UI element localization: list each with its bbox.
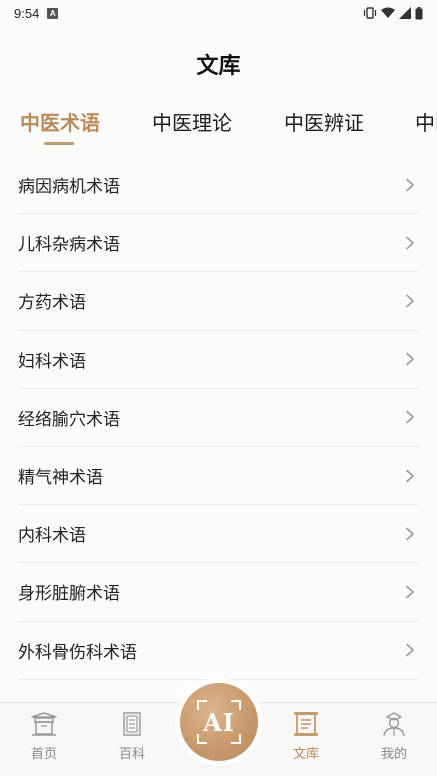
nav-profile[interactable]: 我的 xyxy=(364,711,424,762)
ai-frame-corner xyxy=(231,734,241,744)
list-item-label: 精气神术语 xyxy=(18,468,103,489)
encyclopedia-icon xyxy=(123,712,141,736)
ai-frame-corner xyxy=(197,700,207,710)
ai-assistant-button[interactable]: AI xyxy=(180,683,258,761)
nav-encyclopedia-label: 百科 xyxy=(118,747,145,762)
home-pavilion-icon xyxy=(31,712,57,736)
ai-frame-corner xyxy=(231,700,241,710)
profile-scholar-icon xyxy=(383,712,405,737)
term-category-list: 病因病机术语 儿科杂病术语 方药术语 妇科术语 经络腧穴术语 精气神术语 内科术… xyxy=(18,156,419,680)
category-tabs: 中医术语 中医理论 中医辨证 中医 xyxy=(0,108,437,148)
ai-button-label: AI xyxy=(203,707,235,737)
chevron-right-icon xyxy=(406,585,414,599)
list-item-label: 内科术语 xyxy=(18,526,86,547)
list-item-label: 病因病机术语 xyxy=(18,177,120,198)
status-icons xyxy=(363,6,423,20)
list-item[interactable]: 身形脏腑术语 xyxy=(18,563,419,622)
signal-icon xyxy=(399,7,411,19)
battery-icon xyxy=(415,6,423,19)
nav-library-label: 文库 xyxy=(292,747,319,762)
list-item[interactable]: 精气神术语 xyxy=(18,447,419,506)
scroll-library-icon xyxy=(294,712,318,736)
chevron-right-icon xyxy=(406,294,414,308)
nav-profile-label: 我的 xyxy=(380,747,407,762)
list-item-label: 外科骨伤科术语 xyxy=(18,642,137,663)
list-item[interactable]: 病因病机术语 xyxy=(18,156,419,215)
nav-library[interactable]: 文库 xyxy=(276,711,336,762)
page-title: 文库 xyxy=(196,54,241,79)
list-item-label: 儿科杂病术语 xyxy=(18,235,120,256)
chevron-right-icon xyxy=(406,643,414,657)
tab-tcm-terms[interactable]: 中医术语 xyxy=(20,108,100,138)
chevron-right-icon xyxy=(406,178,414,191)
list-item-label: 妇科术语 xyxy=(18,351,86,372)
tab-tcm-theory[interactable]: 中医理论 xyxy=(152,108,232,138)
tab-tcm-more[interactable]: 中医 xyxy=(415,108,437,138)
list-item[interactable]: 经络腧穴术语 xyxy=(18,389,419,447)
status-time: 9:54 xyxy=(14,5,40,21)
chevron-right-icon xyxy=(406,411,414,424)
list-item[interactable]: 妇科术语 xyxy=(18,331,419,389)
chevron-right-icon xyxy=(406,352,414,366)
chevron-right-icon xyxy=(406,527,414,541)
list-item-label: 经络腧穴术语 xyxy=(18,409,120,430)
list-item[interactable]: 儿科杂病术语 xyxy=(18,214,419,273)
list-item-label: 身形脏腑术语 xyxy=(18,584,120,605)
active-tab-indicator xyxy=(44,142,74,145)
nav-home[interactable]: 首页 xyxy=(14,711,74,762)
wifi-icon xyxy=(381,7,395,18)
vibrate-icon xyxy=(363,7,377,19)
list-item[interactable]: 外科骨伤科术语 xyxy=(18,622,419,680)
notification-a-icon: A xyxy=(47,7,59,19)
chevron-right-icon xyxy=(406,236,414,250)
list-item[interactable]: 内科术语 xyxy=(18,505,419,564)
nav-encyclopedia[interactable]: 百科 xyxy=(102,711,162,762)
status-bar: 9:54 A xyxy=(0,0,437,26)
list-item[interactable]: 方药术语 xyxy=(18,272,419,331)
chevron-right-icon xyxy=(406,469,414,482)
nav-home-label: 首页 xyxy=(30,747,57,762)
tab-tcm-syndrome[interactable]: 中医辨证 xyxy=(284,108,364,138)
ai-frame-corner xyxy=(197,734,207,744)
list-item-label: 方药术语 xyxy=(18,293,86,314)
